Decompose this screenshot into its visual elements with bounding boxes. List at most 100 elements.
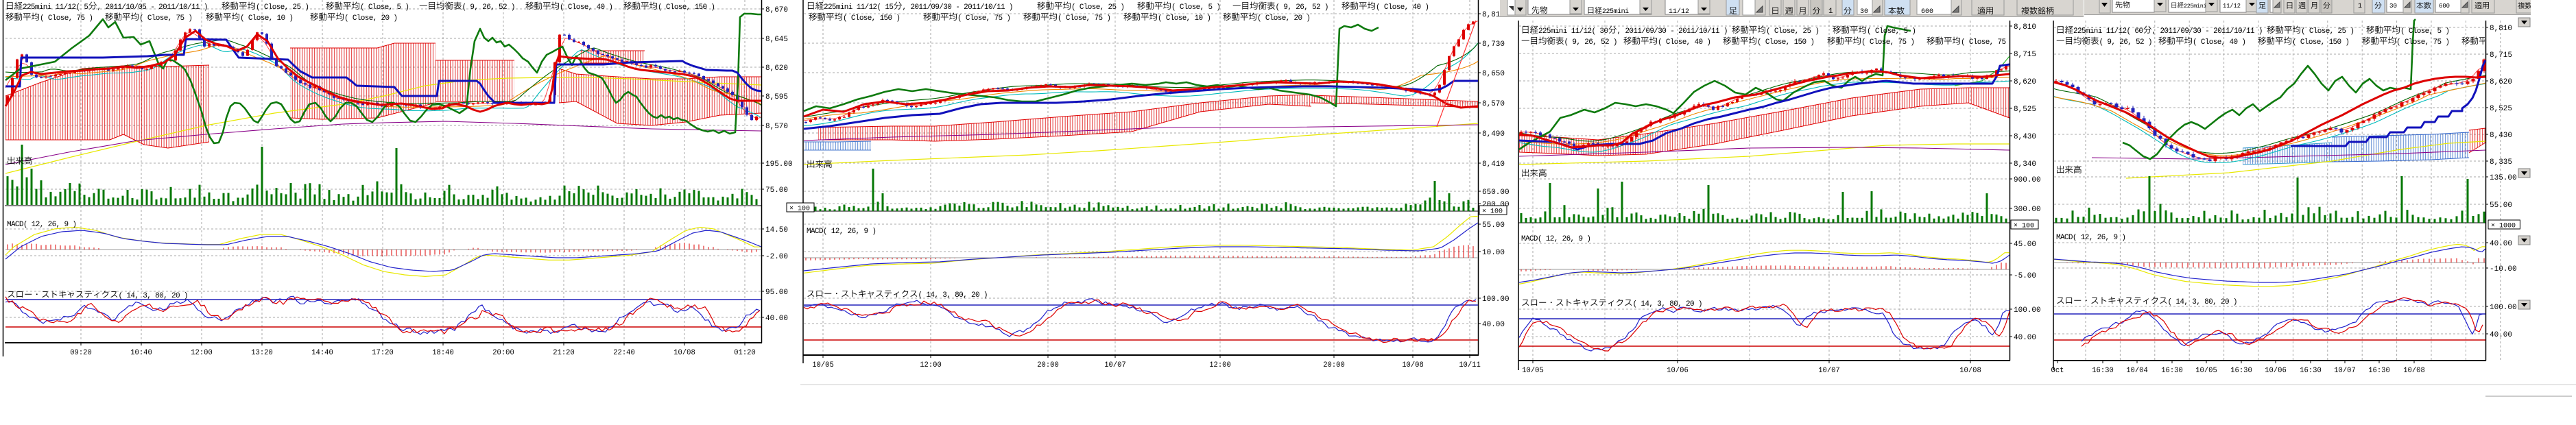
svg-text:( Close, 75 ): ( Close, 75 ) — [40, 14, 93, 23]
svg-text:, 2011/09/30 - 2011/10/11 ): , 2011/09/30 - 2011/10/11 ) — [903, 3, 1014, 12]
svg-text:MACD( 12, 26, 9 ): MACD( 12, 26, 9 ) — [7, 221, 77, 229]
svg-text:12:00: 12:00 — [920, 361, 942, 369]
svg-text:95.00: 95.00 — [765, 289, 788, 297]
svg-text:8,810: 8,810 — [2014, 23, 2036, 32]
svg-text:135.00: 135.00 — [2490, 174, 2517, 182]
svg-text:8,490: 8,490 — [1482, 130, 1505, 138]
svg-text:-5.00: -5.00 — [2014, 272, 2036, 280]
svg-text:225mini 11/12( 15: 225mini 11/12( 15 — [824, 3, 894, 12]
svg-text:( 9, 26, 52 ): ( 9, 26, 52 ) — [462, 3, 516, 12]
svg-text:14:40: 14:40 — [311, 349, 333, 357]
svg-text:8,595: 8,595 — [765, 93, 788, 101]
svg-text:( Close, 20 ): ( Close, 20 ) — [1257, 14, 1311, 23]
svg-text:( Close, 25 ): ( Close, 25 ) — [2301, 27, 2354, 36]
svg-text:09:20: 09:20 — [70, 349, 92, 357]
svg-text:( Close, 75 ): ( Close, 75 ) — [1058, 14, 1111, 23]
svg-text:225mini 11/12( 5: 225mini 11/12( 5 — [23, 3, 88, 12]
svg-text:55.00: 55.00 — [1482, 221, 1505, 230]
svg-text:01:20: 01:20 — [734, 349, 756, 357]
svg-text:8,570: 8,570 — [1482, 100, 1505, 108]
svg-text:( Close, 25 ): ( Close, 25 ) — [256, 3, 309, 12]
svg-text:( Close, 40 ): ( Close, 40 ) — [560, 3, 613, 12]
svg-text:10/07: 10/07 — [1818, 367, 1840, 375]
svg-text:40.00: 40.00 — [765, 315, 788, 323]
svg-text:16:30: 16:30 — [2161, 367, 2183, 375]
svg-text:10/08: 10/08 — [2403, 367, 2425, 375]
svg-text:8,335: 8,335 — [2490, 158, 2512, 167]
svg-text:10/04: 10/04 — [2126, 367, 2148, 375]
svg-text:, 2011/09/30 - 2011/10/11 ): , 2011/09/30 - 2011/10/11 ) — [2152, 27, 2263, 36]
svg-text:40.00: 40.00 — [1482, 321, 1505, 329]
svg-text:( Close, 25 ): ( Close, 25 ) — [1071, 3, 1125, 12]
svg-text:8,645: 8,645 — [765, 36, 788, 44]
svg-text:8,620: 8,620 — [765, 64, 788, 73]
svg-text:( Close, 75 ): ( Close, 75 ) — [957, 14, 1011, 23]
svg-text:( 9, 26, 52 ): ( 9, 26, 52 ) — [2099, 38, 2153, 47]
svg-text:( 9, 26, 52 ): ( 9, 26, 52 ) — [1276, 3, 1329, 12]
svg-text:8,810: 8,810 — [2490, 25, 2512, 33]
svg-text:225mini: 225mini — [2184, 3, 2207, 10]
svg-text:( Close, 5 ): ( Close, 5 ) — [1867, 27, 1916, 36]
svg-text:30: 30 — [1860, 8, 1868, 16]
svg-text:1: 1 — [2358, 3, 2362, 10]
svg-text:× 100: × 100 — [789, 206, 810, 213]
svg-text:10:40: 10:40 — [130, 349, 152, 357]
svg-text:8,525: 8,525 — [2490, 105, 2512, 113]
svg-text:30: 30 — [2389, 2, 2397, 10]
svg-text:( 9, 26, 52 ): ( 9, 26, 52 ) — [1564, 38, 1618, 47]
svg-text:8,670: 8,670 — [765, 6, 788, 14]
svg-text:8,715: 8,715 — [2014, 51, 2036, 59]
svg-text:( 14, 3, 80, 20 ): ( 14, 3, 80, 20 ) — [119, 292, 189, 300]
svg-text:( 14, 3, 80, 20 ): ( 14, 3, 80, 20 ) — [918, 291, 988, 300]
svg-text:( Close, 20 ): ( Close, 20 ) — [344, 14, 398, 23]
svg-text:195.00: 195.00 — [765, 160, 793, 169]
svg-text:40.00: 40.00 — [2014, 334, 2036, 342]
svg-text:16:30: 16:30 — [2092, 367, 2114, 375]
svg-text:8,430: 8,430 — [2014, 133, 2036, 141]
svg-text:( Close, 150 ): ( Close, 150 ) — [843, 14, 901, 23]
svg-text:10/07: 10/07 — [1104, 361, 1126, 369]
svg-text:600: 600 — [2439, 2, 2450, 10]
svg-text:20:00: 20:00 — [1037, 361, 1059, 369]
svg-text:100.00: 100.00 — [2490, 304, 2517, 312]
svg-text:22:40: 22:40 — [613, 349, 635, 357]
svg-text:8,430: 8,430 — [2490, 132, 2512, 140]
svg-text:45.00: 45.00 — [2014, 241, 2036, 249]
svg-text:( Close, 75 ): ( Close, 75 ) — [2396, 38, 2450, 47]
svg-text:21:20: 21:20 — [553, 349, 575, 357]
svg-text:900.00: 900.00 — [2014, 176, 2041, 184]
svg-text:10/08: 10/08 — [1959, 367, 1981, 375]
svg-text:8,620: 8,620 — [2014, 78, 2036, 86]
svg-text:14.50: 14.50 — [765, 226, 788, 234]
svg-text:20:00: 20:00 — [492, 349, 514, 357]
svg-text:12:00: 12:00 — [1209, 361, 1231, 369]
svg-text:MACD( 12, 26, 9 ): MACD( 12, 26, 9 ) — [2056, 234, 2126, 242]
svg-text:( Close, 40 ): ( Close, 40 ) — [2193, 38, 2246, 47]
svg-text:10/05: 10/05 — [2195, 367, 2217, 375]
svg-text:16:30: 16:30 — [2300, 367, 2322, 375]
svg-text:10/05: 10/05 — [1522, 367, 1544, 375]
svg-text:( Close, 10 ): ( Close, 10 ) — [1158, 14, 1211, 23]
svg-text:20:00: 20:00 — [1323, 361, 1345, 369]
svg-text:Oct: Oct — [2051, 367, 2064, 375]
svg-text:, 2011/10/05 - 2011/10/11 ): , 2011/10/05 - 2011/10/11 ) — [97, 3, 208, 12]
svg-text:10/11: 10/11 — [1459, 361, 1481, 369]
svg-text:100.00: 100.00 — [1482, 295, 1510, 304]
svg-text:-10.00: -10.00 — [2490, 265, 2517, 274]
svg-text:8,340: 8,340 — [2014, 160, 2036, 169]
svg-text:, 2011/09/30 - 2011/10/11 ): , 2011/09/30 - 2011/10/11 ) — [1617, 27, 1728, 36]
svg-text:( 14, 3, 80, 20 ): ( 14, 3, 80, 20 ) — [1633, 300, 1703, 308]
svg-text:8,410: 8,410 — [1482, 160, 1505, 169]
svg-text:225mini 11/12( 30: 225mini 11/12( 30 — [1538, 27, 1608, 36]
svg-text:MACD( 12, 26, 9 ): MACD( 12, 26, 9 ) — [1521, 235, 1591, 243]
svg-text:11/12: 11/12 — [2223, 3, 2241, 10]
svg-text:( Close, 75 ): ( Close, 75 ) — [139, 14, 193, 23]
svg-text:( Close, 5 ): ( Close, 5 ) — [1171, 3, 1221, 12]
svg-text:( Close, 150 ): ( Close, 150 ) — [1757, 38, 1815, 47]
svg-text:× 100: × 100 — [1482, 208, 1503, 216]
svg-text:-2.00: -2.00 — [765, 253, 788, 261]
svg-text:( 14, 3, 80, 20 ): ( 14, 3, 80, 20 ) — [2168, 298, 2238, 306]
svg-text:× 100: × 100 — [2014, 223, 2034, 230]
svg-text:MACD( 12, 26, 9 ): MACD( 12, 26, 9 ) — [807, 228, 876, 236]
svg-text:225mini 11/12( 60: 225mini 11/12( 60 — [2073, 27, 2143, 36]
